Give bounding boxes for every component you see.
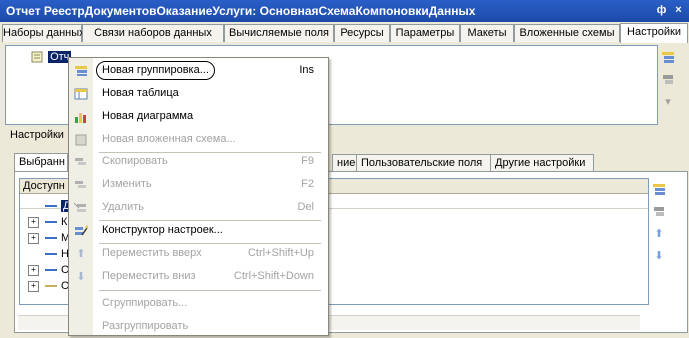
fields-side-toolbar: ⬆ ⬇ xyxy=(650,180,674,268)
expand-icon[interactable]: + xyxy=(28,232,39,244)
tab-other-settings[interactable]: Другие настройки xyxy=(490,154,594,171)
tab-user-fields[interactable]: Пользовательские поля xyxy=(356,154,492,171)
remove-field-icon[interactable] xyxy=(650,202,668,220)
scroll-down-icon[interactable]: ▾ xyxy=(659,92,677,110)
edit-icon xyxy=(73,177,89,193)
menu-item-copy[interactable]: Скопировать F9 xyxy=(69,150,328,173)
tab-settings[interactable]: Настройки xyxy=(620,23,688,43)
window-titlebar: Отчет РеестрДокументовОказаниеУслуги: Ос… xyxy=(0,0,689,22)
copy-icon xyxy=(73,154,89,170)
report-icon xyxy=(31,51,45,63)
window-title: Отчет РеестрДокументовОказаниеУслуги: Ос… xyxy=(6,4,476,18)
field-icon xyxy=(45,205,57,208)
arrow-down-icon: ⬇ xyxy=(76,270,86,283)
field-row[interactable]: + О xyxy=(28,262,70,278)
tab-parameters[interactable]: Параметры xyxy=(390,24,460,42)
move-up-icon[interactable]: ⬆ xyxy=(650,224,668,242)
arrow-up-icon: ⬆ xyxy=(76,247,86,260)
structure-side-toolbar: ▾ xyxy=(659,48,683,114)
structure-root-node[interactable]: Отч xyxy=(31,51,72,63)
main-tabs: Наборы данных Связи наборов данных Вычис… xyxy=(0,23,689,43)
menu-item-group[interactable]: Сгруппировать... xyxy=(69,292,328,315)
menu-item-new-grouping[interactable]: Новая группировка... Ins xyxy=(69,59,328,82)
menu-item-edit[interactable]: Изменить F2 xyxy=(69,173,328,196)
field-icon xyxy=(45,253,57,256)
tab-calculated-fields[interactable]: Вычисляемые поля xyxy=(224,24,334,42)
folder-icon xyxy=(45,285,57,288)
menu-item-new-table[interactable]: Новая таблица xyxy=(69,82,328,105)
field-row[interactable]: Д xyxy=(28,198,73,214)
pin-icon[interactable]: ф xyxy=(654,3,669,18)
new-grouping-icon xyxy=(73,63,89,79)
close-icon[interactable]: × xyxy=(671,3,686,18)
expand-icon[interactable]: + xyxy=(28,216,39,228)
field-row[interactable]: Н xyxy=(28,246,69,262)
expand-icon[interactable]: + xyxy=(28,280,39,292)
context-menu: Новая группировка... Ins Новая таблица Но… xyxy=(68,57,329,336)
tab-dataset-links[interactable]: Связи наборов данных xyxy=(82,24,224,42)
expand-icon[interactable]: + xyxy=(28,264,39,276)
field-row[interactable]: + М xyxy=(28,230,70,246)
field-row[interactable]: + О xyxy=(28,278,70,294)
add-grouping-icon[interactable] xyxy=(659,48,677,66)
move-down-icon[interactable]: ⬇ xyxy=(650,246,668,264)
delete-icon xyxy=(73,200,89,216)
settings-wizard-icon xyxy=(73,223,89,239)
field-icon xyxy=(45,221,57,224)
field-row[interactable]: + К xyxy=(28,214,67,230)
tab-nested-schemas[interactable]: Вложенные схемы xyxy=(514,24,620,42)
field-icon xyxy=(45,269,57,272)
menu-item-new-chart[interactable]: Новая диаграмма xyxy=(69,105,328,128)
menu-item-new-nested-schema[interactable]: Новая вложенная схема... xyxy=(69,128,328,151)
tab-templates[interactable]: Макеты xyxy=(460,24,514,42)
new-chart-icon xyxy=(73,109,89,125)
menu-item-delete[interactable]: Удалить Del xyxy=(69,196,328,219)
menu-item-ungroup[interactable]: Разгруппировать xyxy=(69,315,328,338)
tab-datasets[interactable]: Наборы данных xyxy=(2,24,85,42)
settings-label: Настройки xyxy=(10,129,64,141)
tab-resources[interactable]: Ресурсы xyxy=(334,24,390,42)
menu-item-move-down[interactable]: ⬇ Переместить вниз Ctrl+Shift+Down xyxy=(69,265,328,288)
menu-item-settings-wizard[interactable]: Конструктор настроек... xyxy=(69,219,328,242)
new-table-icon xyxy=(73,86,89,102)
menu-item-move-up[interactable]: ⬆ Переместить вверх Ctrl+Shift+Up xyxy=(69,242,328,265)
tab-selected-fields[interactable]: Выбранн xyxy=(14,153,68,172)
field-icon xyxy=(45,237,57,240)
nested-schema-icon xyxy=(73,132,89,148)
move-icon[interactable] xyxy=(659,70,677,88)
add-field-icon[interactable] xyxy=(650,180,668,198)
